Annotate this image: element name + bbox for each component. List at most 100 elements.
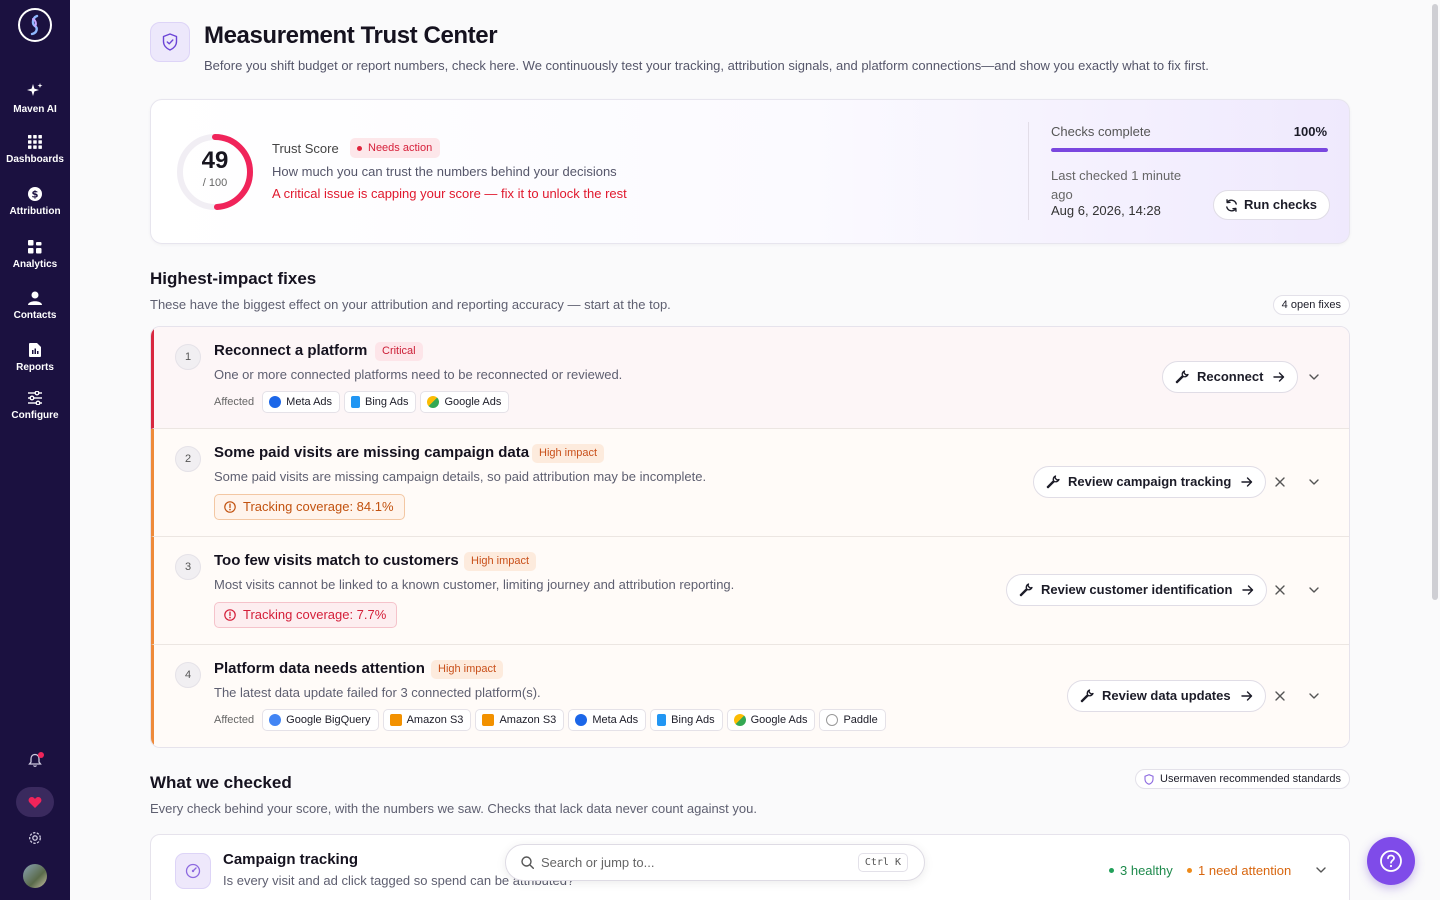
command-search[interactable]: Search or jump to... Ctrl K	[505, 844, 925, 881]
checks-progress-fill	[1051, 148, 1328, 152]
dismiss-button[interactable]	[1270, 472, 1290, 492]
app-logo[interactable]	[18, 8, 52, 42]
sidebar-item-label: Attribution	[9, 206, 61, 217]
divider	[1028, 122, 1029, 220]
dismiss-button[interactable]	[1270, 580, 1290, 600]
attention-count-label: 1 need attention	[1198, 863, 1292, 878]
attention-count: 1 need attention	[1187, 863, 1291, 878]
expand-button[interactable]	[1304, 580, 1324, 600]
checks-complete-percent: 100%	[1293, 124, 1327, 139]
check-card-title: Campaign tracking	[223, 851, 359, 868]
severity-badge: High impact	[532, 444, 605, 463]
page-title: Measurement Trust Center	[204, 22, 498, 49]
sidebar-item-label: Analytics	[12, 259, 58, 270]
platform-chip: Meta Ads	[262, 391, 341, 413]
person-icon	[28, 291, 42, 305]
close-icon	[1275, 691, 1285, 701]
arrow-right-icon	[1240, 691, 1252, 701]
sidebar-item-label: Reports	[16, 362, 54, 373]
sidebar-footer	[0, 752, 70, 888]
sidebar-item-reports[interactable]: Reports	[0, 343, 70, 373]
review-customer-identification-button[interactable]: Review customer identification	[1006, 574, 1268, 606]
platform-chip: Google Ads	[726, 709, 816, 731]
expand-button[interactable]	[1311, 860, 1331, 880]
status-dot	[1109, 868, 1114, 874]
arrow-right-icon	[1273, 372, 1285, 382]
sidebar-item-label: Configure	[11, 410, 59, 421]
amazon-s3-icon	[482, 714, 495, 726]
severity-badge: High impact	[464, 552, 537, 571]
google-ads-icon	[427, 396, 440, 408]
critical-note: A critical issue is capping your score —…	[272, 186, 627, 201]
avatar[interactable]	[23, 864, 47, 888]
sidebar-item-dashboards[interactable]: Dashboards	[0, 135, 70, 165]
last-checked-date: Aug 6, 2026, 14:28	[1051, 203, 1161, 218]
close-icon	[1275, 585, 1285, 595]
severity-badge: Critical	[375, 342, 423, 361]
reconnect-button[interactable]: Reconnect	[1162, 361, 1299, 393]
platform-chip-label: Meta Ads	[286, 396, 333, 408]
review-campaign-tracking-button[interactable]: Review campaign tracking	[1033, 466, 1267, 498]
platform-chip-label: Google BigQuery	[286, 714, 371, 726]
platform-chip: Bing Ads	[650, 709, 723, 731]
settings-button[interactable]	[28, 831, 42, 850]
expand-button[interactable]	[1304, 686, 1324, 706]
fix-item-visit-matching: 3 Too few visits match to customers High…	[151, 537, 1349, 645]
expand-button[interactable]	[1304, 367, 1324, 387]
page-subtitle: Before you shift budget or report number…	[204, 58, 1209, 73]
notification-dot	[38, 752, 44, 758]
shield-check-icon	[162, 33, 178, 51]
platform-chip-label: Amazon S3	[406, 714, 464, 726]
sidebar-item-attribution[interactable]: $ Attribution	[0, 187, 70, 217]
fix-title: Reconnect a platform	[214, 342, 368, 359]
bing-icon	[657, 714, 667, 726]
affected-label: Affected	[214, 714, 255, 726]
status-badge: Needs action	[350, 138, 441, 158]
sparkles-icon	[27, 83, 43, 96]
run-checks-button[interactable]: Run checks	[1213, 190, 1330, 220]
sidebar-item-analytics[interactable]: Analytics	[0, 240, 70, 270]
notifications-button[interactable]	[28, 752, 44, 773]
fix-description: Most visits cannot be linked to a known …	[214, 577, 735, 592]
fix-number: 3	[175, 554, 201, 580]
keyboard-shortcut: Ctrl K	[857, 853, 908, 872]
sidebar-item-label: Dashboards	[6, 154, 64, 165]
sidebar-item-contacts[interactable]: Contacts	[0, 291, 70, 321]
dismiss-button[interactable]	[1270, 686, 1290, 706]
platform-chip: Google BigQuery	[262, 709, 379, 731]
help-button[interactable]	[1367, 837, 1415, 885]
review-customer-identification-label: Review customer identification	[1041, 582, 1233, 597]
expand-button[interactable]	[1304, 472, 1324, 492]
alert-circle-icon	[224, 609, 236, 621]
affected-platforms: Affected Google BigQuery Amazon S3 Amazo…	[214, 709, 886, 731]
check-category-badge	[175, 853, 211, 889]
health-button[interactable]	[16, 787, 54, 817]
severity-badge: High impact	[431, 660, 504, 679]
sidebar: Maven AI Dashboards $ Attribution Analyt…	[0, 0, 70, 900]
sidebar-item-label: Maven AI	[13, 104, 57, 115]
open-fixes-count-badge: 4 open fixes	[1272, 295, 1350, 315]
platform-chip-label: Bing Ads	[365, 396, 409, 408]
sliders-icon	[28, 391, 42, 405]
search-placeholder: Search or jump to...	[541, 855, 655, 870]
healthy-count: 3 healthy	[1109, 863, 1173, 878]
checked-section-title: What we checked	[150, 773, 292, 792]
platform-chip: Amazon S3	[382, 709, 472, 731]
fix-title: Platform data needs attention	[214, 660, 425, 677]
run-checks-label: Run checks	[1244, 197, 1317, 212]
scrollbar[interactable]	[1432, 4, 1438, 600]
tracking-coverage-text: Tracking coverage: 84.1%	[243, 499, 394, 514]
fix-description: The latest data update failed for 3 conn…	[214, 685, 541, 700]
sidebar-item-configure[interactable]: Configure	[0, 391, 70, 421]
review-data-updates-label: Review data updates	[1102, 688, 1231, 703]
fix-description: Some paid visits are missing campaign de…	[214, 469, 707, 484]
trust-score-label: Trust Score	[272, 141, 339, 156]
bing-icon	[351, 396, 361, 408]
search-icon	[521, 856, 534, 869]
healthy-count-label: 3 healthy	[1120, 863, 1173, 878]
standards-badge-label: Usermaven recommended standards	[1160, 773, 1341, 785]
trust-score-denominator: / 100	[202, 177, 228, 189]
review-data-updates-button[interactable]: Review data updates	[1067, 680, 1266, 712]
review-campaign-tracking-label: Review campaign tracking	[1068, 474, 1232, 489]
sidebar-item-maven-ai[interactable]: Maven AI	[0, 83, 70, 115]
